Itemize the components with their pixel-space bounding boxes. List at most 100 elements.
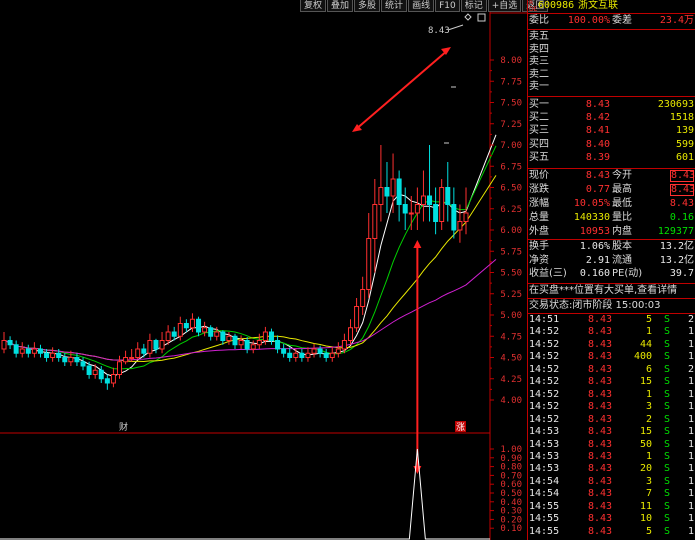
candle-body bbox=[153, 340, 159, 350]
candle-body bbox=[457, 221, 463, 231]
tick-time: 14:53 bbox=[529, 450, 560, 462]
candle bbox=[299, 349, 305, 362]
candle bbox=[420, 170, 426, 222]
panel-separator bbox=[528, 239, 695, 240]
panel-separator bbox=[528, 29, 695, 30]
stat-row-4: 外盘 10953 内盘 129377 bbox=[528, 226, 695, 238]
tick-price: 8.43 bbox=[588, 388, 613, 400]
buy-row-2: 买二 8.42 1518 bbox=[528, 112, 695, 124]
tick-volume: 5 bbox=[645, 314, 652, 325]
candle-body bbox=[420, 195, 426, 205]
toolbar-button-3[interactable]: 统计 bbox=[381, 0, 408, 12]
candle-body bbox=[214, 331, 220, 337]
candle-body bbox=[232, 335, 238, 346]
tick-time: 14:52 bbox=[529, 326, 560, 338]
candle bbox=[159, 332, 165, 354]
candle bbox=[360, 276, 366, 315]
candle bbox=[104, 374, 110, 390]
tick-time: 14:52 bbox=[529, 363, 560, 375]
panel-separator bbox=[528, 298, 695, 299]
tick-count: 1 bbox=[687, 326, 694, 338]
tick-side: S bbox=[664, 475, 671, 487]
stat-value: 140330 bbox=[573, 212, 610, 223]
candle-body bbox=[451, 204, 457, 231]
candle bbox=[196, 316, 202, 337]
tick-volume: 6 bbox=[645, 363, 652, 375]
candle-body bbox=[281, 348, 287, 354]
stat-value: 10953 bbox=[579, 226, 610, 237]
candle-body bbox=[98, 369, 104, 380]
candle-body bbox=[414, 204, 420, 214]
candle-body bbox=[323, 352, 329, 358]
tick-row: 14:53 8.43 20 S 1 bbox=[528, 463, 695, 475]
toolbar-button-0[interactable]: 复权 bbox=[300, 0, 327, 12]
square-icon[interactable] bbox=[477, 13, 486, 22]
stat-label: 现价 bbox=[529, 170, 549, 181]
tick-count: 2 bbox=[687, 363, 694, 375]
candle-body bbox=[360, 289, 366, 307]
tick-row: 14:54 8.43 7 S 1 bbox=[528, 488, 695, 500]
tick-row: 14:51 8.43 5 S 2 bbox=[528, 314, 695, 326]
toolbar-button-2[interactable]: 多股 bbox=[354, 0, 381, 12]
tick-volume: 7 bbox=[645, 488, 652, 500]
big-order-notice[interactable]: 在买盘***位置有大买单,查看详情 bbox=[528, 285, 695, 297]
toolbar-button-1[interactable]: 叠加 bbox=[327, 0, 354, 12]
fund-row-2: 收益(三) 0.160 PE(动) 39.7 bbox=[528, 268, 695, 280]
candle-body bbox=[202, 327, 208, 333]
candle bbox=[117, 355, 122, 379]
candle-body bbox=[268, 331, 274, 341]
buy-label: 买三 bbox=[529, 125, 549, 137]
candle bbox=[13, 340, 19, 358]
stat-label-2: 最高 bbox=[612, 184, 632, 195]
tick-side: S bbox=[664, 488, 671, 500]
candle bbox=[44, 349, 50, 362]
sell-row-3: 卖三 bbox=[528, 56, 695, 68]
candle-body bbox=[165, 331, 171, 341]
fund-row-0: 换手 1.06% 股本 13.2亿 bbox=[528, 241, 695, 253]
toolbar-button-5[interactable]: F10 bbox=[435, 0, 460, 12]
candle bbox=[110, 367, 116, 388]
price-axis: 8.00 7.75 7.50 7.25 7.00 6.75 6.50 6.25 6.00 5.75… bbox=[490, 56, 522, 534]
tick-volume: 3 bbox=[645, 401, 652, 413]
candle-body bbox=[25, 348, 31, 354]
fund-value-2: 39.7 bbox=[669, 268, 694, 279]
fund-label-2: 股本 bbox=[612, 241, 632, 252]
tick-row: 14:55 8.43 11 S 1 bbox=[528, 501, 695, 513]
candle-body bbox=[305, 352, 311, 358]
candle bbox=[372, 179, 378, 273]
tick-price: 8.43 bbox=[588, 338, 613, 350]
sell-row-5: 卖五 bbox=[528, 31, 695, 43]
high-tag-pointer bbox=[447, 24, 464, 31]
price-label: 5.25 bbox=[500, 290, 522, 300]
stat-label-2: 最低 bbox=[612, 198, 632, 209]
toolbar-button-6[interactable]: 标记 bbox=[460, 0, 487, 12]
candle-body bbox=[13, 344, 19, 354]
toolbar-button-7[interactable]: +自选 bbox=[487, 0, 522, 12]
cai-label[interactable]: 财 bbox=[119, 421, 128, 433]
diamond-icon[interactable] bbox=[464, 13, 472, 21]
tick-price: 8.43 bbox=[588, 500, 613, 512]
price-label: 4.50 bbox=[500, 354, 522, 364]
buy-volume: 599 bbox=[675, 138, 694, 150]
tick-count: 1 bbox=[687, 513, 694, 525]
fund-value-2: 13.2亿 bbox=[659, 241, 694, 252]
tick-time: 14:53 bbox=[529, 463, 560, 475]
stat-label: 外盘 bbox=[529, 226, 549, 237]
candle bbox=[123, 350, 129, 365]
fund-value: 0.160 bbox=[579, 268, 610, 279]
tick-side: S bbox=[664, 326, 671, 338]
candle-body bbox=[372, 204, 378, 239]
tick-time: 14:54 bbox=[529, 475, 560, 487]
stat-value-2: 8.43 bbox=[669, 198, 694, 209]
annotations: 8.43 财 涨 bbox=[119, 13, 486, 474]
candle bbox=[62, 353, 68, 366]
tick-side: S bbox=[664, 363, 671, 375]
candle-body bbox=[275, 340, 281, 350]
tick-price: 8.43 bbox=[588, 426, 613, 438]
candle-body bbox=[439, 187, 445, 222]
toolbar-button-4[interactable]: 画线 bbox=[408, 0, 435, 12]
sell-row-1: 卖一 bbox=[528, 81, 695, 93]
kline-chart[interactable]: 8.43 财 涨 8.00 7.75 7.50 7.25 7.00 6.75 6.50 6.25 6… bbox=[0, 0, 527, 540]
buy-price: 8.42 bbox=[585, 112, 610, 124]
candle bbox=[287, 347, 293, 362]
